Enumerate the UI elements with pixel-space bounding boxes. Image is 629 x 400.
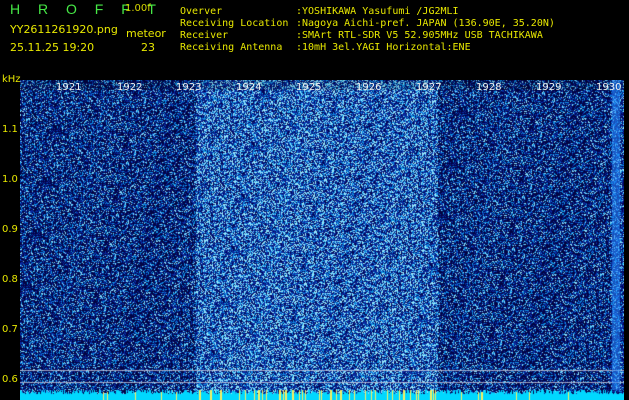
y-axis-unit: kHz	[2, 74, 21, 85]
spectrogram-canvas	[20, 80, 624, 400]
x-tick-label: 1925	[296, 82, 322, 93]
hrofft-window: H R O F F T 1.00f YY2611261920.png meteo…	[0, 0, 629, 400]
x-tick-label: 1924	[236, 82, 262, 93]
antenna-value: :10mH 3el.YAGI Horizontal:ENE	[296, 42, 471, 53]
app-version: 1.00f	[125, 3, 151, 14]
y-tick-label: 0.7	[2, 324, 18, 335]
meteor-label: meteor	[126, 27, 166, 40]
meteor-count: 23	[141, 41, 155, 54]
spectrogram-plot	[20, 80, 624, 400]
location-value: :Nagoya Aichi-pref. JAPAN (136.90E, 35.2…	[296, 18, 555, 29]
receiver-label: Receiver	[180, 30, 229, 41]
capture-datetime: 25.11.25 19:20	[10, 41, 95, 54]
x-tick-label: 1922	[117, 82, 143, 93]
location-label: Receiving Location	[180, 18, 289, 29]
x-tick-label: 1926	[356, 82, 382, 93]
observer-value: :YOSHIKAWA Yasufumi /JG2MLI	[296, 6, 459, 17]
x-tick-label: 1921	[56, 82, 82, 93]
x-tick-label: 1930	[596, 82, 622, 93]
receiver-value: :SMArt RTL-SDR V5 52.905MHz USB TACHIKAW…	[296, 30, 543, 41]
x-tick-label: 1929	[536, 82, 562, 93]
observer-label: Overver	[180, 6, 223, 17]
y-tick-label: 1.0	[2, 174, 18, 185]
y-tick-label: 0.9	[2, 224, 18, 235]
y-tick-label: 0.8	[2, 274, 18, 285]
y-tick-label: 1.1	[2, 124, 18, 135]
antenna-label: Receiving Antenna	[180, 42, 283, 53]
image-filename: YY2611261920.png	[10, 23, 118, 36]
x-tick-label: 1928	[476, 82, 502, 93]
x-tick-label: 1923	[176, 82, 202, 93]
x-tick-label: 1927	[416, 82, 442, 93]
y-tick-label: 0.6	[2, 374, 18, 385]
